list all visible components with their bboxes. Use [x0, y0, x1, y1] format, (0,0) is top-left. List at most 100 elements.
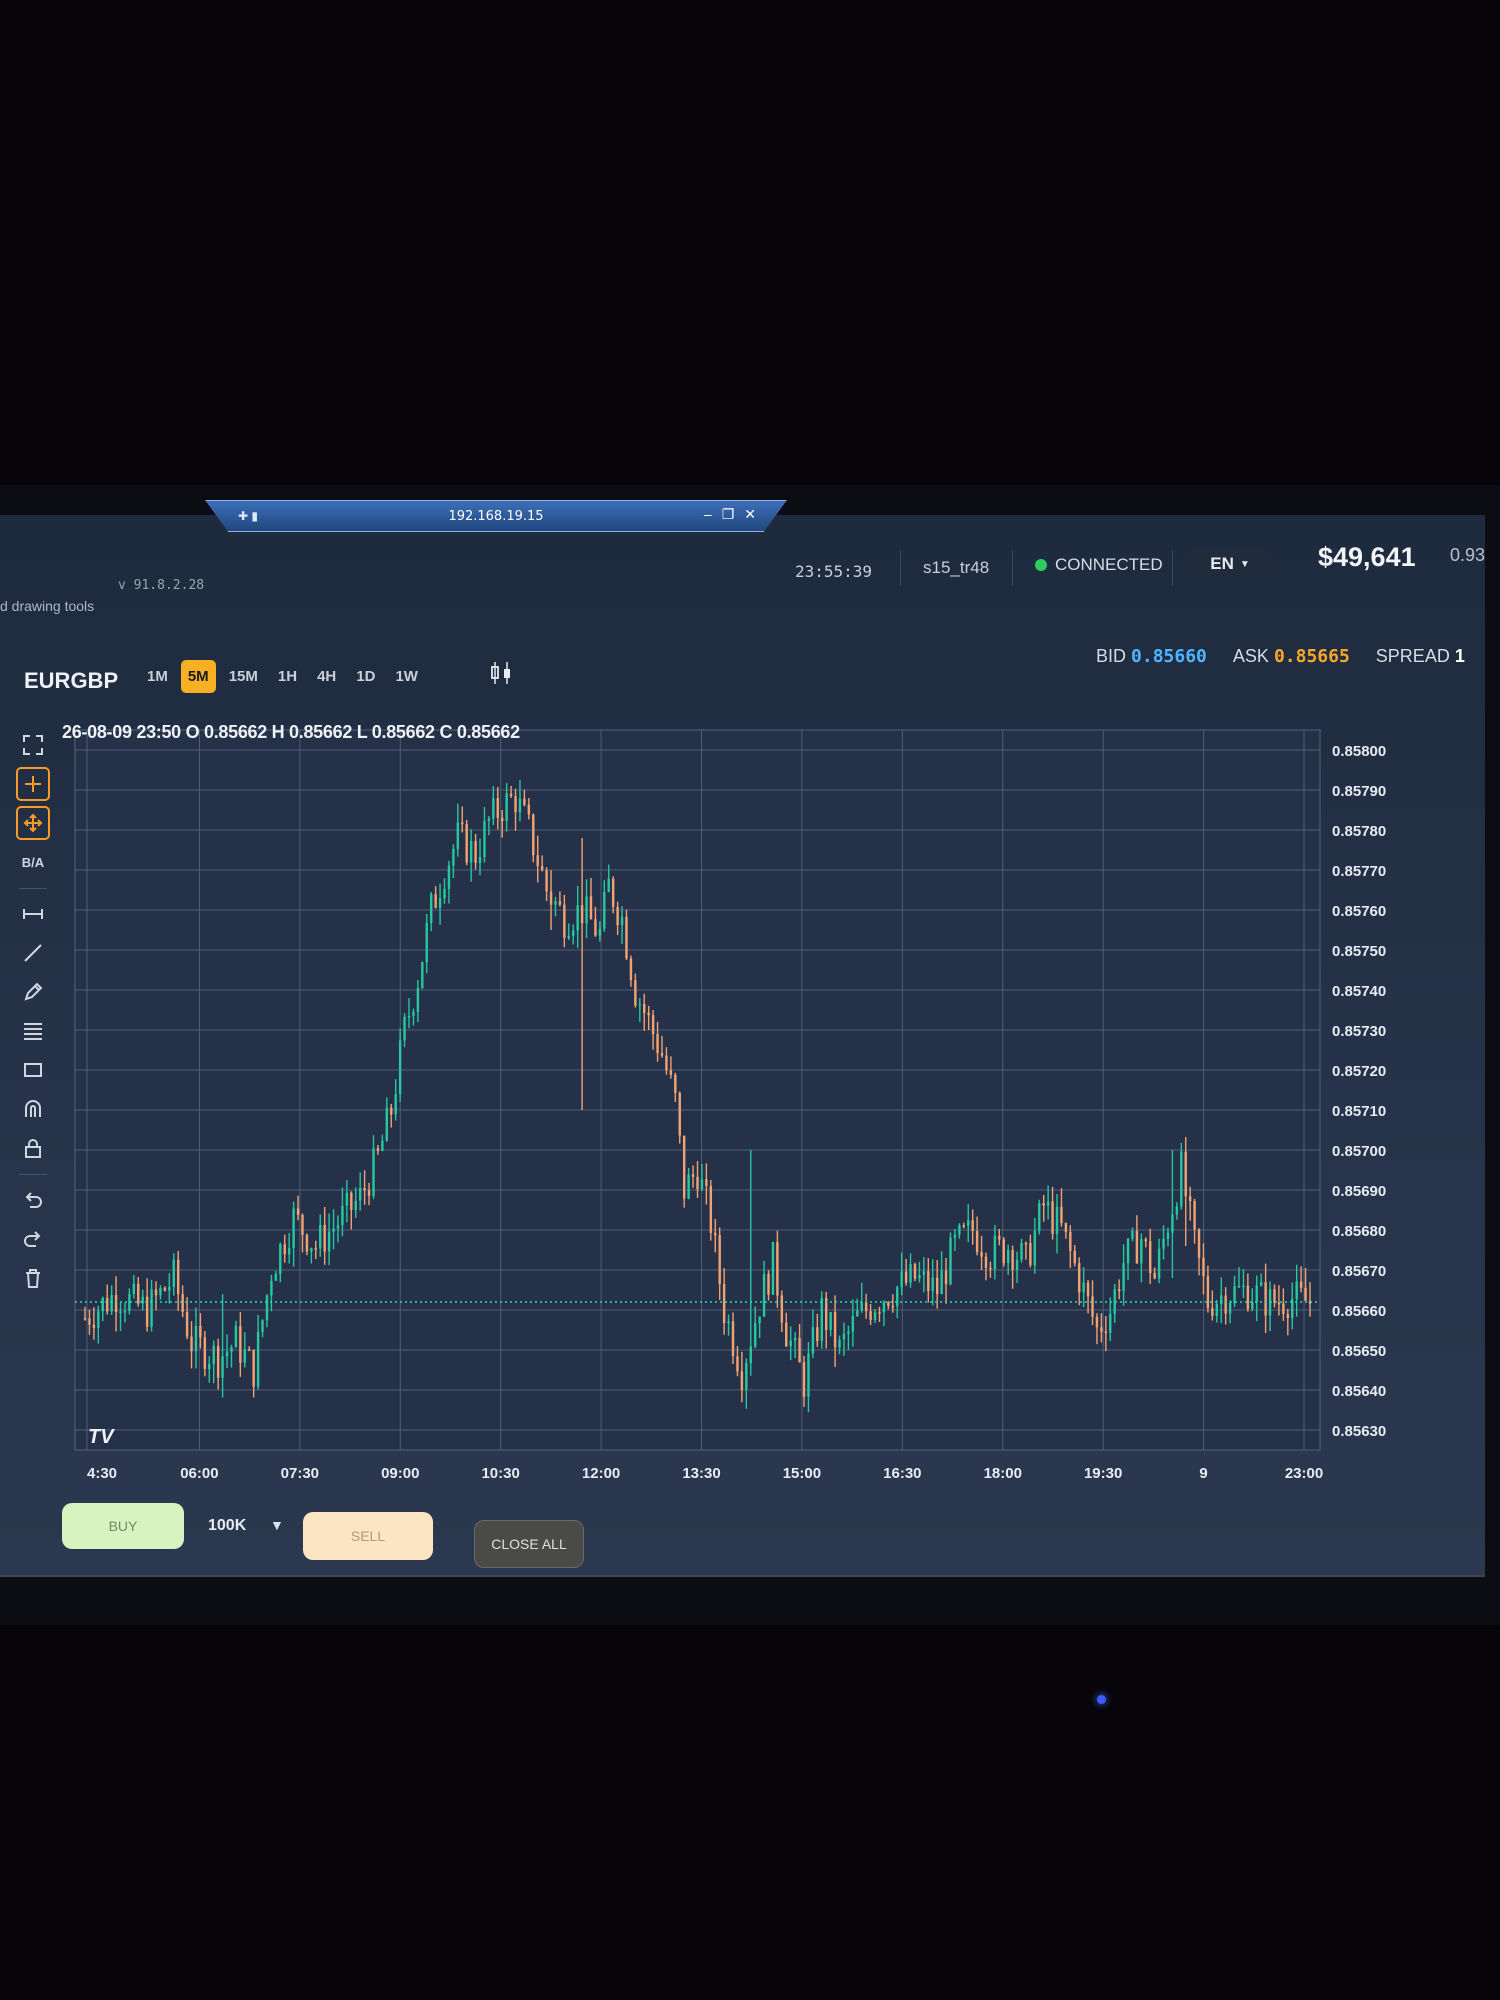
- candle-body-up: [310, 1248, 313, 1252]
- candle-body-up: [1295, 1281, 1298, 1299]
- candle-body-up: [1162, 1238, 1165, 1249]
- time-tick-label: 19:30: [1084, 1465, 1122, 1482]
- candle-body-up: [1082, 1282, 1085, 1293]
- candle-body-down: [536, 855, 539, 867]
- candle-body-down: [1011, 1250, 1014, 1270]
- candle-body-up: [478, 856, 482, 863]
- candle-body-up: [1033, 1230, 1037, 1266]
- candle-body-up: [412, 1011, 415, 1016]
- language-dropdown[interactable]: EN ▼: [1190, 548, 1270, 580]
- candle-body-up: [585, 896, 588, 924]
- candle-body-up: [1175, 1206, 1179, 1215]
- price-tick-label: 0.85660: [1332, 1303, 1386, 1320]
- candle-body-up: [469, 841, 473, 863]
- undo-icon[interactable]: [16, 1183, 50, 1217]
- candle-body-up: [447, 865, 451, 889]
- remote-connection-bar[interactable]: ✚ ▮ 192.168.19.15 – ❐ ✕: [205, 500, 787, 532]
- candle-body-down: [975, 1231, 979, 1253]
- candle-body-up: [967, 1220, 970, 1227]
- timeframe-selector: 1M 5M 15M 1H 4H 1D 1W: [140, 660, 425, 693]
- candle-body-up: [762, 1273, 766, 1317]
- rectangle-icon[interactable]: [16, 1053, 50, 1087]
- horizontal-line-icon[interactable]: [16, 897, 50, 931]
- candle-body-down: [283, 1244, 286, 1255]
- candle-body-down: [532, 814, 535, 856]
- candle-body-down: [651, 1015, 655, 1035]
- price-tick-label: 0.85750: [1332, 943, 1386, 960]
- magnet-icon[interactable]: [16, 1092, 50, 1126]
- lock-icon[interactable]: [16, 1131, 50, 1165]
- candle-body-down: [927, 1271, 930, 1292]
- restore-icon[interactable]: ❐: [722, 506, 735, 523]
- fib-levels-icon[interactable]: [16, 1014, 50, 1048]
- sell-button[interactable]: SELL: [303, 1512, 433, 1560]
- timeframe-4h[interactable]: 4H: [310, 660, 343, 693]
- candle-body-down: [1051, 1201, 1054, 1235]
- candle-body-up: [576, 905, 579, 931]
- candle-body-down: [1060, 1206, 1063, 1223]
- pencil-icon[interactable]: [16, 975, 50, 1009]
- candle-body-down: [176, 1259, 180, 1295]
- remote-ip: 192.168.19.15: [448, 508, 544, 524]
- minimize-icon[interactable]: –: [704, 506, 712, 523]
- candle-body-up: [1020, 1243, 1023, 1260]
- candle-body-up: [851, 1315, 855, 1332]
- status-dot-icon: [1035, 559, 1047, 571]
- trend-line-icon[interactable]: [16, 936, 50, 970]
- candle-body-up: [620, 916, 624, 926]
- candle-body-up: [172, 1259, 175, 1287]
- candle-body-down: [1188, 1196, 1192, 1202]
- price-tick-label: 0.85770: [1332, 863, 1386, 880]
- timeframe-1h[interactable]: 1H: [271, 660, 304, 693]
- timeframe-1d[interactable]: 1D: [349, 660, 382, 693]
- account-user[interactable]: s15_tr48: [923, 558, 989, 578]
- trash-icon[interactable]: [16, 1261, 50, 1295]
- candle-body-down: [199, 1325, 202, 1338]
- chevron-down-icon[interactable]: ▼: [270, 1517, 284, 1533]
- candle-body-down: [709, 1186, 713, 1233]
- quantity-value[interactable]: 100K: [208, 1517, 246, 1535]
- candle-body-up: [394, 1094, 397, 1115]
- timeframe-1w[interactable]: 1W: [388, 660, 425, 693]
- candle-body-up: [572, 930, 575, 936]
- buy-button[interactable]: BUY: [62, 1503, 184, 1549]
- timeframe-15m[interactable]: 15M: [222, 660, 265, 693]
- candle-body-down: [1086, 1282, 1090, 1297]
- candle-body-down: [722, 1284, 726, 1324]
- candle-body-up: [1242, 1285, 1245, 1288]
- candlestick-icon[interactable]: [488, 660, 514, 692]
- candle-body-down: [798, 1338, 801, 1363]
- timeframe-5m[interactable]: 5M: [180, 660, 216, 693]
- candle-body-down: [514, 796, 517, 813]
- candle-body-down: [589, 896, 593, 920]
- symbol-selector[interactable]: EURGBP: [24, 668, 118, 694]
- ba-toggle[interactable]: B/A: [16, 845, 50, 879]
- crosshair-icon[interactable]: [16, 767, 50, 801]
- header-divider: [1012, 550, 1013, 586]
- fullscreen-icon[interactable]: [16, 728, 50, 762]
- close-all-button[interactable]: CLOSE ALL: [474, 1520, 584, 1568]
- move-icon[interactable]: [16, 806, 50, 840]
- time-tick-label: 16:30: [883, 1465, 921, 1482]
- candle-body-down: [1286, 1314, 1290, 1319]
- time-tick-label: 9: [1199, 1465, 1207, 1482]
- candle-body-down: [185, 1311, 189, 1337]
- candle-body-up: [700, 1179, 704, 1190]
- close-icon[interactable]: ✕: [744, 506, 756, 523]
- candle-body-down: [563, 904, 566, 938]
- timeframe-1m[interactable]: 1M: [140, 660, 175, 693]
- ohlc-readout: 26-08-09 23:50 O 0.85662 H 0.85662 L 0.8…: [62, 722, 520, 742]
- candle-body-down: [736, 1356, 739, 1372]
- price-chart[interactable]: 0.85800 0.85790 0.85780 0.85770 0.85760 0.857…: [60, 700, 1400, 1510]
- candle-body-down: [1029, 1243, 1032, 1266]
- time-tick-label: 4:30: [87, 1465, 117, 1482]
- candle-body-down: [785, 1322, 788, 1347]
- candle-body-down: [296, 1208, 300, 1215]
- price-tick-label: 0.85690: [1332, 1183, 1386, 1200]
- time-tick-label: 15:00: [783, 1465, 821, 1482]
- candle-body-down: [816, 1327, 819, 1341]
- candle-body-down: [252, 1349, 255, 1387]
- pin-icon[interactable]: ✚ ▮: [238, 509, 258, 523]
- candle-body-up: [727, 1321, 730, 1324]
- redo-icon[interactable]: [16, 1222, 50, 1256]
